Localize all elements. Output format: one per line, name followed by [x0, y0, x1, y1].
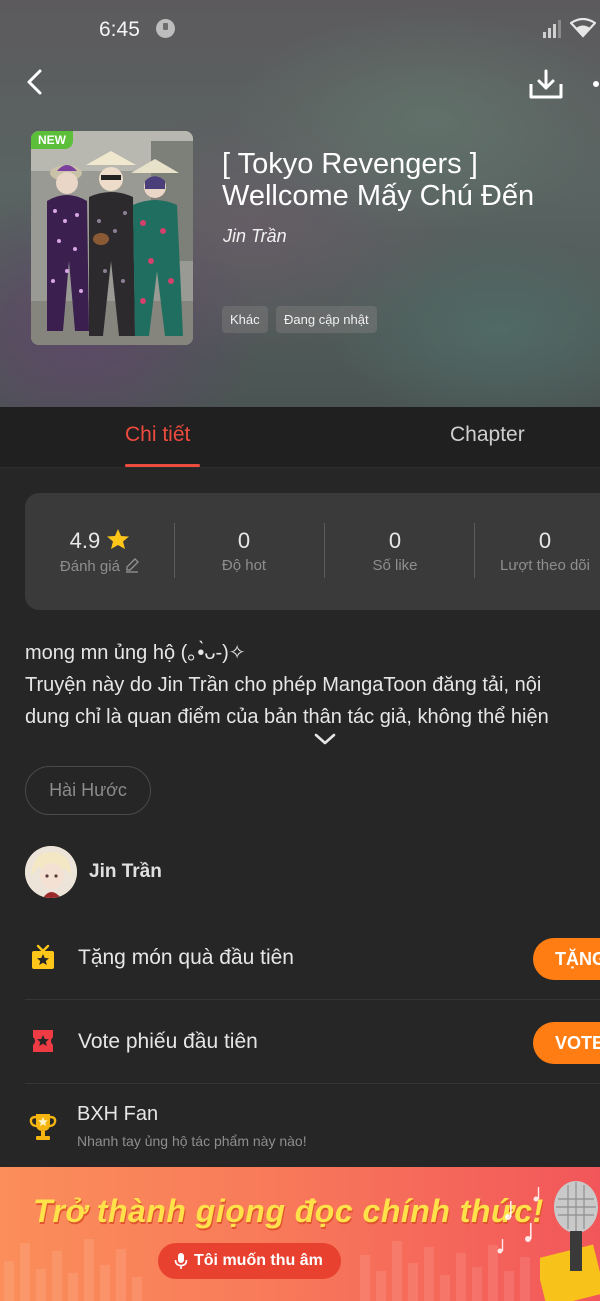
- tab-bar: Chi tiết Chapter: [0, 407, 600, 468]
- download-icon[interactable]: [528, 68, 564, 100]
- music-notes-decoration: [497, 1187, 540, 1254]
- gift-label: Tặng món quà đầu tiên: [78, 946, 294, 969]
- avatar-illustration: [25, 846, 77, 898]
- banner-headline: Trở thành giọng đọc chính thức!: [33, 1193, 544, 1229]
- vote-label: Vote phiếu đầu tiên: [78, 1030, 258, 1053]
- chevron-down-icon[interactable]: [312, 730, 338, 748]
- stats-card: 4.9 Đánh giá 0 Độ hot 0 Số like 0 Lượt t…: [25, 493, 600, 610]
- tab-active-indicator: [125, 464, 200, 467]
- stat-rating[interactable]: 4.9 Đánh giá: [25, 527, 175, 575]
- record-button[interactable]: Tôi muốn thu âm: [158, 1243, 341, 1279]
- ranking-title: BXH Fan: [77, 1103, 159, 1125]
- star-icon: [107, 529, 130, 549]
- record-button-label: Tôi muốn thu âm: [194, 1252, 323, 1269]
- likes-label: Số like: [372, 557, 418, 574]
- book-header: 6:45 NEW [Tokyo Revengers] Wellcome Mấ…: [0, 0, 600, 407]
- genre-chip[interactable]: Hài Hước: [25, 766, 151, 815]
- gift-button[interactable]: TẶNG: [533, 938, 600, 980]
- status-time: 6:45: [99, 18, 140, 41]
- stat-followers: 0 Lượt theo dõi: [470, 527, 600, 574]
- gift-row: Tặng món quà đầu tiên TẶNG: [25, 916, 600, 1000]
- tab-chapter[interactable]: Chapter: [450, 423, 525, 447]
- trophy-icon: [29, 1114, 57, 1140]
- ticket-icon: [33, 1030, 53, 1052]
- back-button[interactable]: [22, 66, 50, 98]
- book-title: [ Tokyo Revengers ] Wellcome Mấy Chú Đến: [222, 148, 535, 212]
- description-line: Truyện này do Jin Trần cho phép MangaToo…: [25, 674, 542, 696]
- cover-illustration: [31, 131, 193, 345]
- hot-value: 0: [237, 528, 251, 553]
- vote-button[interactable]: VOTE: [533, 1022, 600, 1064]
- hot-label: Độ hot: [221, 557, 267, 574]
- cover-image[interactable]: NEW: [31, 131, 193, 345]
- signal-icon: [543, 20, 561, 38]
- tag-chip-status[interactable]: Đang cập nhật: [276, 306, 377, 333]
- avatar[interactable]: [25, 846, 77, 898]
- tag-chip-category[interactable]: Khác: [222, 306, 268, 333]
- more-icon[interactable]: [588, 72, 600, 96]
- tab-details[interactable]: Chi tiết: [125, 423, 190, 447]
- ranking-subtitle: Nhanh tay ủng hộ tác phẩm này nào!: [77, 1133, 307, 1149]
- followers-label: Lượt theo dõi: [500, 557, 590, 574]
- edit-icon[interactable]: [124, 557, 140, 573]
- description-line: dung chỉ là quan điểm của bản thân tác g…: [25, 706, 549, 728]
- description-line: mong mn ủng hộ (｡•̀ᴗ-)✧: [25, 642, 246, 664]
- author-row[interactable]: Jin Trần: [25, 846, 325, 898]
- wifi-icon: [570, 18, 596, 38]
- author-name[interactable]: Jin Trần: [89, 861, 162, 883]
- description: mong mn ủng hộ (｡•̀ᴗ-)✧ Truyện này do Ji…: [25, 637, 600, 729]
- rating-label: Đánh giá: [59, 558, 120, 575]
- book-author[interactable]: Jin Trần: [223, 226, 287, 247]
- stat-hot: 0 Độ hot: [169, 527, 319, 574]
- microphone-illustration: [540, 1181, 600, 1301]
- stat-likes: 0 Số like: [320, 527, 470, 574]
- likes-value: 0: [388, 528, 402, 553]
- gift-icon: [32, 944, 54, 969]
- vote-row: Vote phiếu đầu tiên VOTE: [25, 1000, 600, 1084]
- followers-value: 0: [538, 528, 552, 553]
- fan-ranking-row[interactable]: BXH Fan Nhanh tay ủng hộ tác phẩm này nà…: [25, 1092, 600, 1162]
- new-badge: NEW: [31, 131, 73, 149]
- status-bar: 6:45: [0, 0, 600, 60]
- notification-icon: [156, 19, 175, 38]
- microphone-icon: [174, 1253, 188, 1269]
- rating-value: 4.9: [69, 528, 101, 553]
- voice-actor-banner[interactable]: Trở thành giọng đọc chính thức! Tôi muốn…: [0, 1167, 600, 1301]
